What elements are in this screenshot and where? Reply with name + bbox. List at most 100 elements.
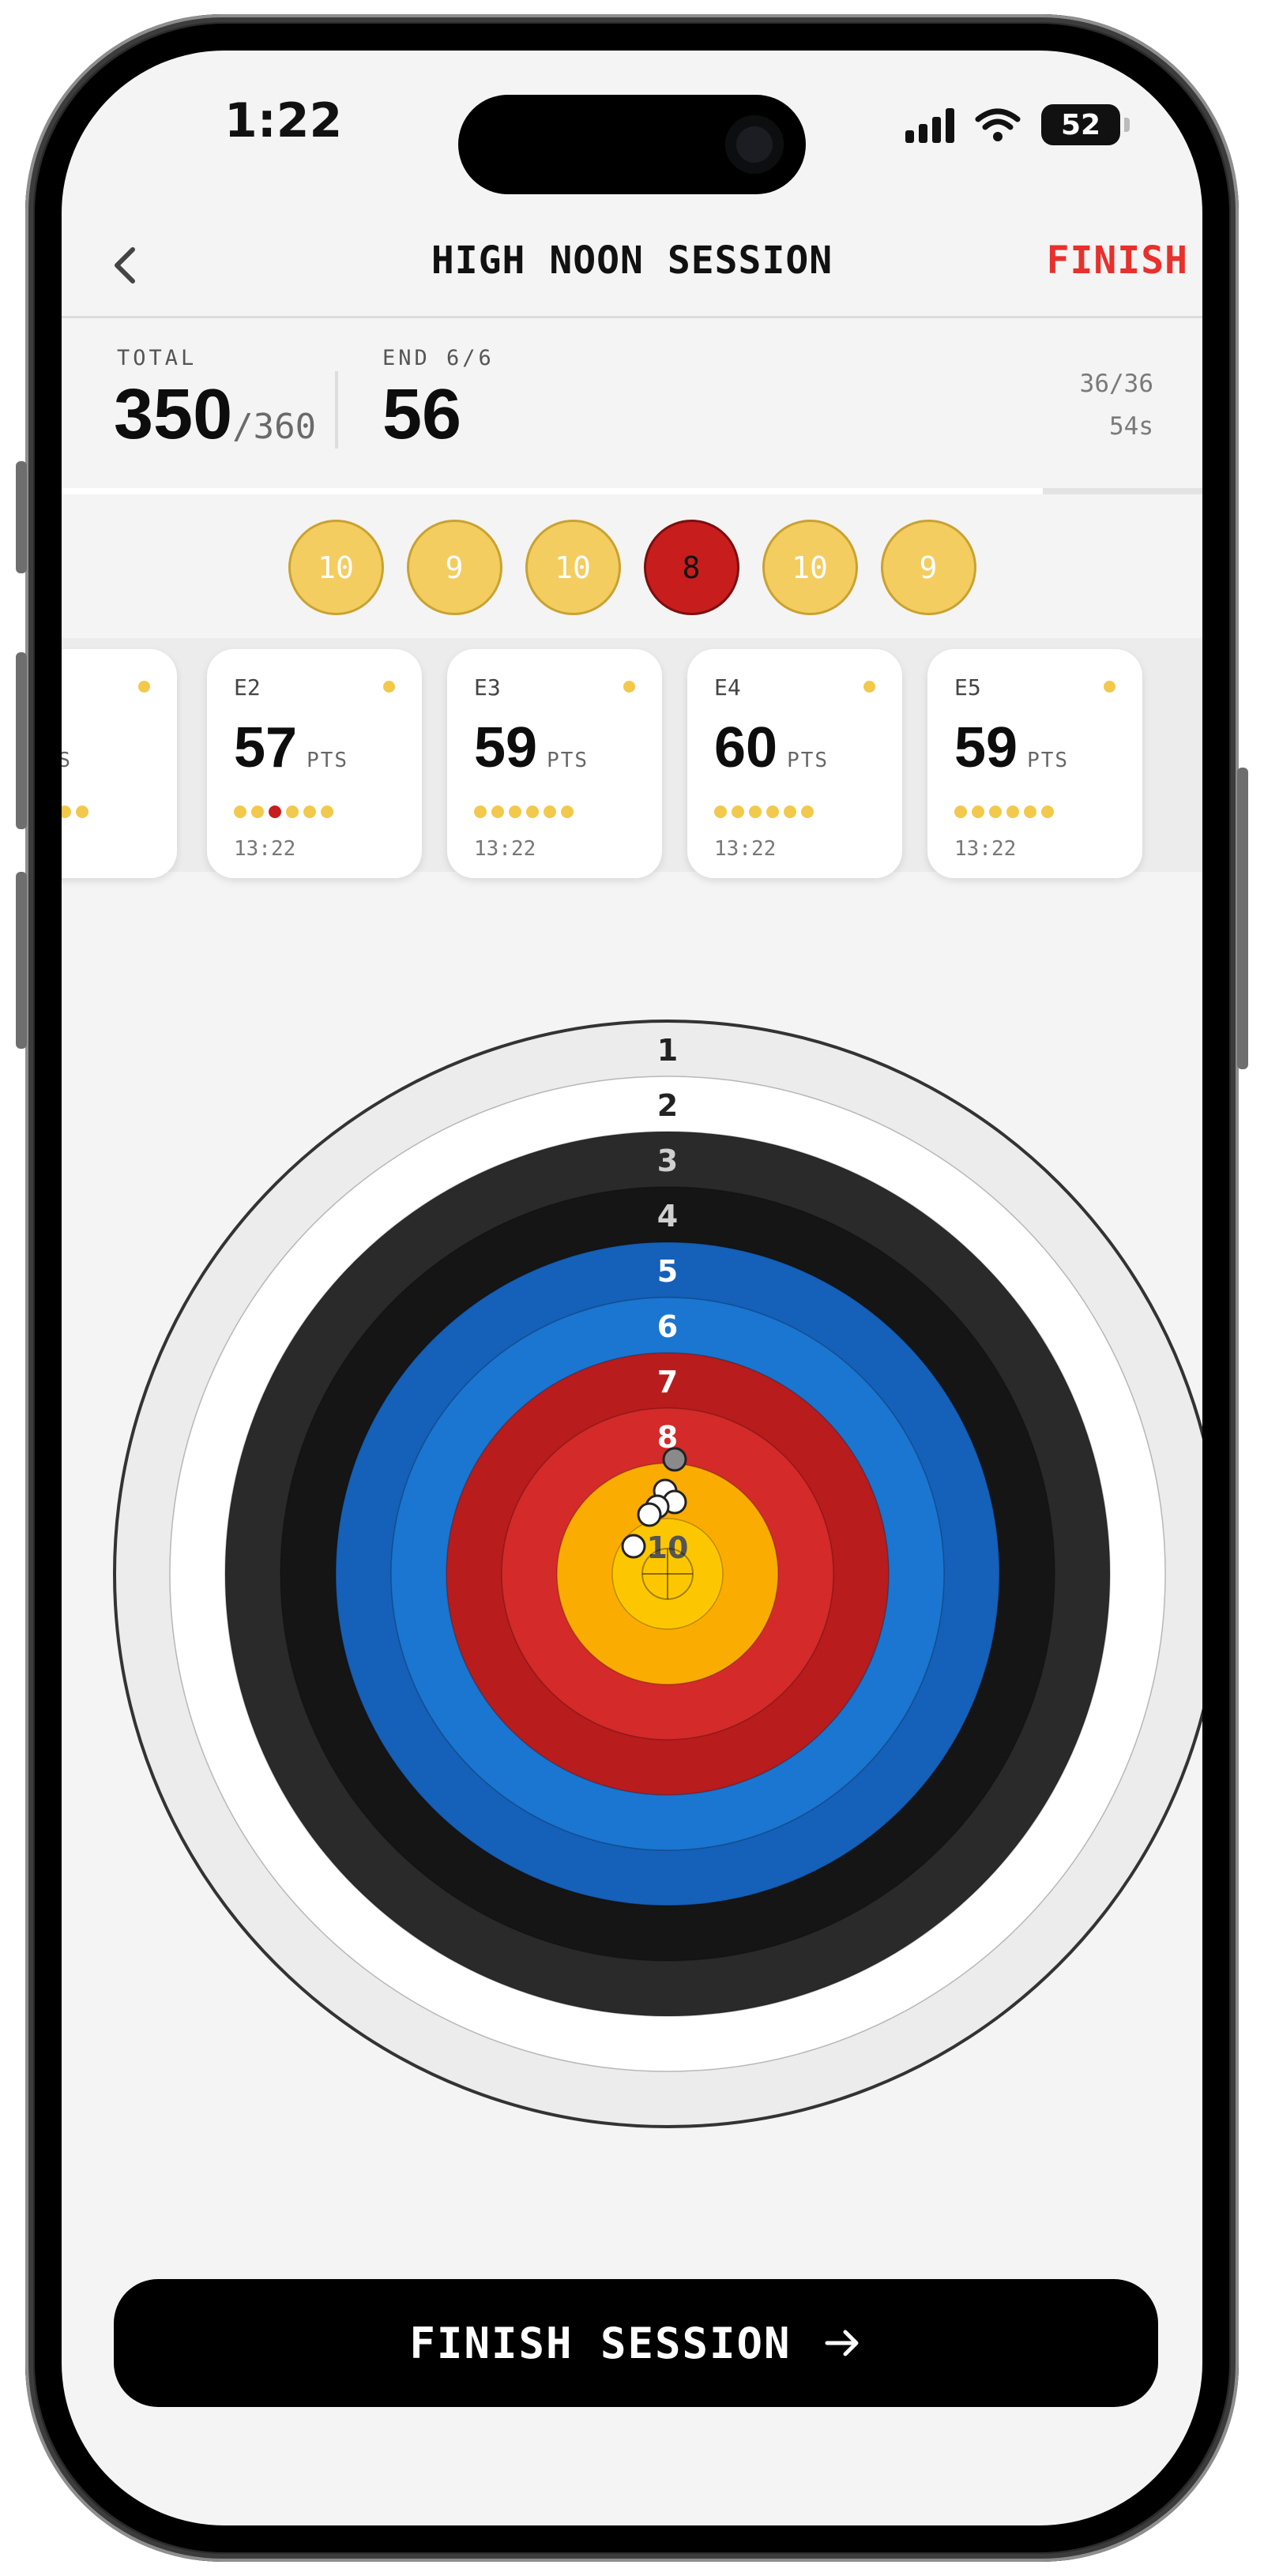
status-icons: 52 — [905, 101, 1130, 148]
end-card-status-dot — [1104, 681, 1115, 693]
end-card-score-value: 59 — [474, 716, 538, 779]
end-card-id: E3 — [474, 674, 501, 700]
end-card-arrow-dots — [234, 805, 333, 818]
end-card-status-dot — [863, 681, 875, 693]
end-score: 56 — [382, 375, 462, 454]
cellular-signal-icon — [905, 107, 954, 143]
end-card-id: E2 — [234, 674, 261, 700]
end-card[interactable]: E2 57 PTS 13:22 — [207, 649, 422, 878]
target-face[interactable]: 12345678910 — [95, 1001, 1202, 2146]
end-card-score-value: 57 — [234, 716, 298, 779]
end-card-status-dot — [138, 681, 150, 693]
arrow-dot — [1006, 805, 1019, 818]
end-card-pts-label: PTS — [1027, 749, 1070, 772]
end-card-pts-label: PTS — [62, 749, 73, 772]
end-card-id: E5 — [954, 674, 981, 700]
arrow-dot — [303, 805, 316, 818]
arrow-chip[interactable]: 9 — [406, 520, 502, 615]
arrow-chip[interactable]: 8 — [643, 520, 739, 615]
end-card-pts-label: PTS — [787, 749, 830, 772]
arrow-dot — [954, 805, 967, 818]
total-max: /360 — [232, 407, 317, 447]
end-card-pts-label: PTS — [307, 749, 349, 772]
ring-number-label: 1 — [657, 1033, 678, 1068]
arrow-dot — [321, 805, 333, 818]
arrow-dot — [474, 805, 487, 818]
arrow-dot — [801, 805, 814, 818]
session-title: HIGH NOON SESSION — [431, 238, 833, 283]
end-card-arrow-dots — [474, 805, 574, 818]
end-card-arrow-dots — [954, 805, 1054, 818]
end-card-time: 13:22 — [954, 837, 1017, 861]
total-value: 350 — [114, 375, 233, 454]
end-card-status-dot — [623, 681, 635, 693]
arrow-impact-marker[interactable] — [621, 1534, 646, 1559]
end-card-time: 13:22 — [234, 837, 296, 861]
finish-link[interactable]: FINISH — [1047, 238, 1188, 283]
session-progress-fill — [62, 488, 1043, 494]
action-button — [16, 461, 27, 573]
total-label: TOTAL — [117, 346, 198, 370]
app-screen: 1:22 52 HIGH NOON SESSION FINISH TOTAL 3… — [62, 51, 1202, 2525]
ring-number-label: 3 — [657, 1143, 678, 1178]
arrow-right-icon — [825, 2330, 859, 2356]
total-score: 350/360 — [114, 374, 316, 456]
arrow-dot — [269, 805, 281, 818]
arrow-dot — [62, 805, 71, 818]
end-card-id: E4 — [714, 674, 741, 700]
end-card[interactable]: 0PTS1 — [62, 649, 177, 878]
end-card-arrow-dots — [714, 805, 814, 818]
volume-up-button — [16, 652, 27, 829]
end-card-score-value: 59 — [954, 716, 1018, 779]
arrow-dot — [509, 805, 521, 818]
ring-number-label: 2 — [657, 1088, 678, 1123]
arrow-dot — [491, 805, 504, 818]
arrow-dot — [561, 805, 574, 818]
finish-session-button[interactable]: FINISH SESSION — [114, 2279, 1158, 2407]
volume-down-button — [16, 872, 27, 1049]
arrow-impact-marker[interactable] — [637, 1502, 662, 1527]
arrow-dot — [286, 805, 299, 818]
wifi-icon — [975, 108, 1021, 141]
dynamic-island — [458, 95, 806, 194]
ring-number-label: 4 — [657, 1199, 678, 1234]
arrow-dot — [784, 805, 796, 818]
battery-level: 52 — [1060, 108, 1101, 141]
arrow-dot — [234, 805, 246, 818]
arrow-dot — [749, 805, 762, 818]
end-card-status-dot — [383, 681, 395, 693]
end-card[interactable]: E4 60 PTS 13:22 — [687, 649, 902, 878]
end-card[interactable]: E3 59 PTS 13:22 — [447, 649, 662, 878]
arrow-dot — [251, 805, 264, 818]
arrow-chip[interactable]: 10 — [762, 520, 858, 615]
ring-number-label: 5 — [657, 1254, 678, 1289]
ring-number-label: 7 — [657, 1365, 678, 1399]
arrow-dot — [76, 805, 88, 818]
arrow-dot — [766, 805, 779, 818]
elapsed-time: 54s — [1109, 412, 1153, 441]
arrow-dot — [1024, 805, 1036, 818]
end-card-arrow-dots — [62, 805, 88, 818]
end-card[interactable]: E5 59 PTS 13:22 — [927, 649, 1142, 878]
front-camera — [725, 115, 784, 174]
end-card-score: 0PTS — [62, 715, 72, 780]
arrow-chip[interactable]: 10 — [288, 520, 384, 615]
current-end-arrows: 10 9 10 8 10 9 — [62, 520, 1202, 615]
battery-icon: 52 — [1041, 104, 1130, 145]
end-card-score: 57 PTS — [234, 715, 348, 780]
end-label: END 6/6 — [382, 346, 495, 370]
ring-number-label: 6 — [657, 1309, 678, 1344]
end-card-time: 13:22 — [474, 837, 536, 861]
status-time: 1:22 — [224, 93, 343, 148]
end-card-score: 60 PTS — [714, 715, 829, 780]
end-card-pts-label: PTS — [547, 749, 589, 772]
arrow-dot — [544, 805, 556, 818]
arrow-chip[interactable]: 10 — [525, 520, 621, 615]
end-card-score-value: 60 — [714, 716, 778, 779]
power-button — [1237, 768, 1248, 1069]
end-card-score: 59 PTS — [954, 715, 1069, 780]
arrow-dot — [1041, 805, 1054, 818]
end-card-score: 59 PTS — [474, 715, 589, 780]
arrow-impact-marker[interactable] — [662, 1447, 687, 1472]
arrow-chip[interactable]: 9 — [880, 520, 976, 615]
